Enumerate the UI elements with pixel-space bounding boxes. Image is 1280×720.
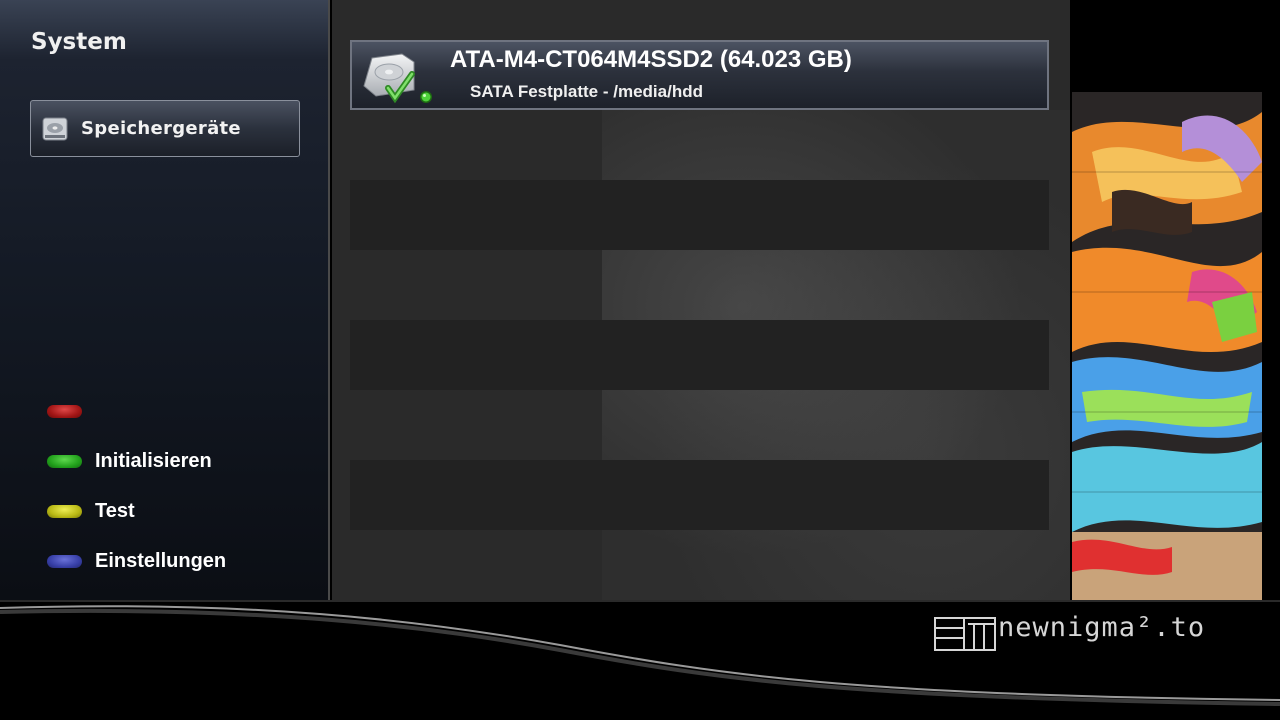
footer-bar: newnigma².to — [0, 600, 1280, 720]
menu-item-storage-devices[interactable]: Speichergeräte — [30, 100, 300, 157]
hdd-icon — [42, 117, 68, 140]
empty-row — [350, 180, 1049, 250]
background-artwork — [1072, 92, 1262, 600]
screen-title: System — [31, 29, 127, 55]
menu-item-label: Speichergeräte — [81, 118, 241, 139]
empty-row — [350, 460, 1049, 530]
hdd-check-icon — [363, 53, 432, 104]
device-list: ATA-M4-CT064M4SSD2 (64.023 GB) SATA Fest… — [332, 0, 1070, 600]
red-button-icon — [47, 405, 82, 418]
green-button-label: Initialisieren — [95, 450, 212, 472]
blue-button-icon — [47, 555, 82, 568]
logo-mark-icon — [934, 617, 996, 651]
green-button-icon — [47, 455, 82, 468]
device-title: ATA-M4-CT064M4SSD2 (64.023 GB) — [450, 46, 852, 73]
device-subtitle: SATA Festplatte - /media/hdd — [470, 82, 703, 101]
sidebar: System Speichergeräte Initialisieren Tes… — [0, 0, 330, 600]
empty-row — [350, 320, 1049, 390]
device-row-selected[interactable]: ATA-M4-CT064M4SSD2 (64.023 GB) SATA Fest… — [350, 40, 1049, 110]
logo-text: newnigma².to — [998, 612, 1206, 643]
yellow-button-label: Test — [95, 500, 135, 522]
blue-button-label: Einstellungen — [95, 550, 227, 572]
yellow-button-icon — [47, 505, 82, 518]
brand-logo: newnigma².to — [934, 612, 1204, 656]
